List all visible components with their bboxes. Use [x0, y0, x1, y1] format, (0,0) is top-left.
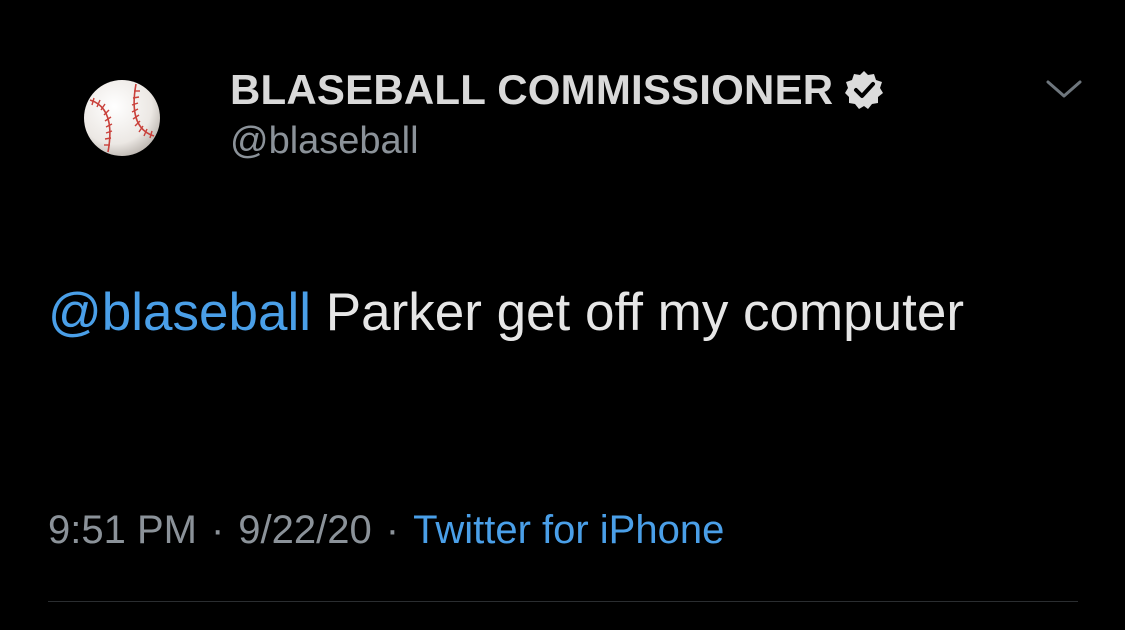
divider: [48, 601, 1078, 602]
verified-badge-icon: [845, 71, 884, 109]
tweet-meta: 9:51 PM · 9/22/20 · Twitter for iPhone: [48, 508, 724, 553]
tweet-card: BLASEBALL COMMISSIONER @blaseball @blase…: [0, 0, 1125, 630]
tweet-date[interactable]: 9/22/20: [238, 508, 371, 553]
avatar[interactable]: [82, 78, 162, 158]
mention-link[interactable]: @blaseball: [48, 283, 311, 342]
author-name-row[interactable]: BLASEBALL COMMISSIONER: [230, 64, 885, 116]
chevron-down-icon[interactable]: [1044, 76, 1084, 104]
meta-separator: ·: [210, 508, 225, 552]
display-name[interactable]: BLASEBALL COMMISSIONER: [230, 66, 833, 114]
tweet-text: @blaseball Parker get off my computer: [48, 266, 1068, 360]
tweet-body: Parker get off my computer: [311, 283, 964, 342]
author-handle[interactable]: @blaseball: [230, 120, 419, 163]
tweet-source-link[interactable]: Twitter for iPhone: [413, 508, 724, 553]
baseball-icon: [84, 80, 160, 156]
tweet-time[interactable]: 9:51 PM: [48, 508, 197, 553]
meta-separator: ·: [385, 508, 400, 552]
